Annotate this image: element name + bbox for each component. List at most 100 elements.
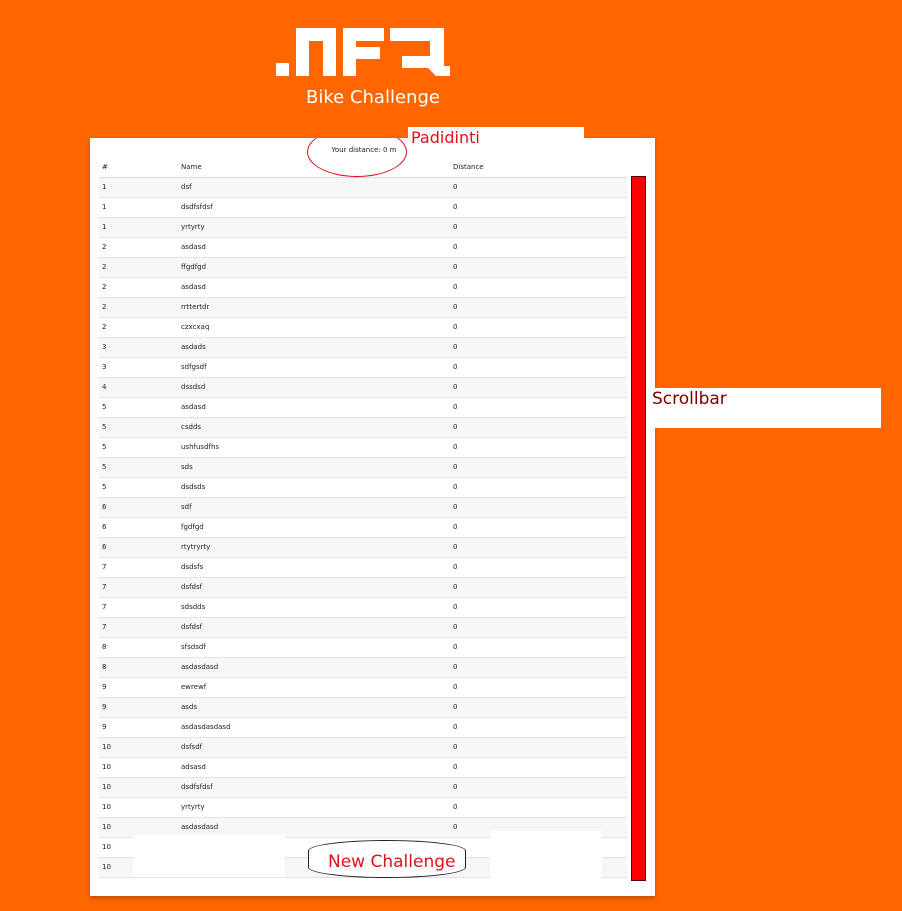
row-rank: 5 [102,463,107,471]
row-rank: 8 [102,663,107,671]
leaderboard-rows: 1 dsf 0 1 dsdfsfdsf 0 1 yrtyrty 0 2 asdasd 0 2 ffgdfg… [99,178,627,878]
row-rank: 9 [102,723,107,731]
row-name: sdf [181,503,192,511]
row-rank: 9 [102,683,107,691]
scrollbar[interactable] [631,176,646,881]
table-row: 7 dsfdsf 0 [99,578,627,598]
table-row: 5 ushfusdfhs 0 [99,438,627,458]
row-distance: 0 [453,683,458,691]
row-name: ffgdfgd [181,263,207,271]
row-distance: 0 [453,463,458,471]
row-distance: 0 [453,603,458,611]
table-row: 8 sfsdsdf 0 [99,638,627,658]
row-distance: 0 [453,503,458,511]
row-name: asdasdasd [181,663,219,671]
table-row: 1 yrtyrty 0 [99,218,627,238]
row-name: sfsdsdf [181,643,206,651]
row-rank: 1 [102,203,107,211]
row-rank: 1 [102,183,107,191]
row-name: yrtyrty [181,223,205,231]
table-row: 1 dsdfsfdsf 0 [99,198,627,218]
row-distance: 0 [453,723,458,731]
table-row: 9 asdasdasdasd 0 [99,718,627,738]
table-row: 9 ewrewf 0 [99,678,627,698]
row-name: asdasd [181,403,206,411]
table-row: 3 asdads 0 [99,338,627,358]
row-distance: 0 [453,443,458,451]
row-rank: 8 [102,643,107,651]
row-rank: 3 [102,363,107,371]
row-rank: 10 [102,803,111,811]
row-rank: 5 [102,443,107,451]
row-rank: 10 [102,863,111,871]
column-distance-header: Distance [453,163,484,171]
row-name: rtytryrty [181,543,211,551]
row-distance: 0 [453,263,458,271]
row-distance: 0 [453,623,458,631]
row-distance: 0 [453,223,458,231]
table-row: 10 adsasd 0 [99,758,627,778]
table-row: 2 ffgdfgd 0 [99,258,627,278]
row-rank: 7 [102,623,107,631]
table-row: 7 sdsdds 0 [99,598,627,618]
padidinti-annotation[interactable]: Padidinti [408,127,584,149]
row-rank: 10 [102,783,111,791]
row-rank: 7 [102,563,107,571]
row-distance: 0 [453,663,458,671]
table-row: 5 csdds 0 [99,418,627,438]
row-name: rrttertdr [181,303,210,311]
table-row: 2 asdasd 0 [99,238,627,258]
table-row: 2 rrttertdr 0 [99,298,627,318]
row-distance: 0 [453,823,458,831]
row-name: dsdfsfdsf [181,783,213,791]
row-rank: 7 [102,583,107,591]
row-rank: 2 [102,323,107,331]
row-distance: 0 [453,383,458,391]
new-challenge-label: New Challenge [328,852,456,872]
row-rank: 5 [102,483,107,491]
table-row: 7 dsfdsf 0 [99,618,627,638]
table-row: 6 rtytryrty 0 [99,538,627,558]
row-distance: 0 [453,563,458,571]
row-distance: 0 [453,743,458,751]
nfq-logo-icon [276,28,450,76]
new-challenge-button[interactable]: New Challenge [308,840,466,878]
table-row: 7 dsdsfs 0 [99,558,627,578]
your-distance-label: Your distance: 0 m [331,146,397,154]
mask-left [133,835,285,877]
row-rank: 6 [102,543,107,551]
row-name: ewrewf [181,683,207,691]
leaderboard-panel: Your distance: 0 m # Name Distance 1 dsf 0… [90,138,655,896]
page-subtitle: Bike Challenge [306,87,440,108]
row-rank: 10 [102,743,111,751]
column-rank-header: # [102,163,108,171]
padidinti-label: Padidinti [411,128,480,147]
mask-right [490,831,602,879]
row-rank: 2 [102,283,107,291]
row-name: asdasd [181,283,206,291]
row-distance: 0 [453,183,458,191]
table-row: 2 asdasd 0 [99,278,627,298]
row-rank: 10 [102,763,111,771]
row-distance: 0 [453,763,458,771]
table-row: 9 asds 0 [99,698,627,718]
row-name: dsdsfs [181,563,204,571]
row-name: asdasd [181,243,206,251]
table-row: 3 sdfgsdf 0 [99,358,627,378]
row-name: dsf [181,183,192,191]
row-rank: 6 [102,503,107,511]
row-distance: 0 [453,303,458,311]
table-row: 5 sds 0 [99,458,627,478]
table-row: 8 asdasdasd 0 [99,658,627,678]
table-row: 5 dsdsds 0 [99,478,627,498]
row-name: fgdfgd [181,523,204,531]
row-name: sdsdds [181,603,206,611]
row-name: sds [181,463,193,471]
row-rank: 10 [102,823,111,831]
table-row: 1 dsf 0 [99,178,627,198]
row-rank: 2 [102,263,107,271]
row-name: asdasdasdasd [181,723,231,731]
row-name: asds [181,703,198,711]
row-rank: 2 [102,243,107,251]
row-distance: 0 [453,703,458,711]
